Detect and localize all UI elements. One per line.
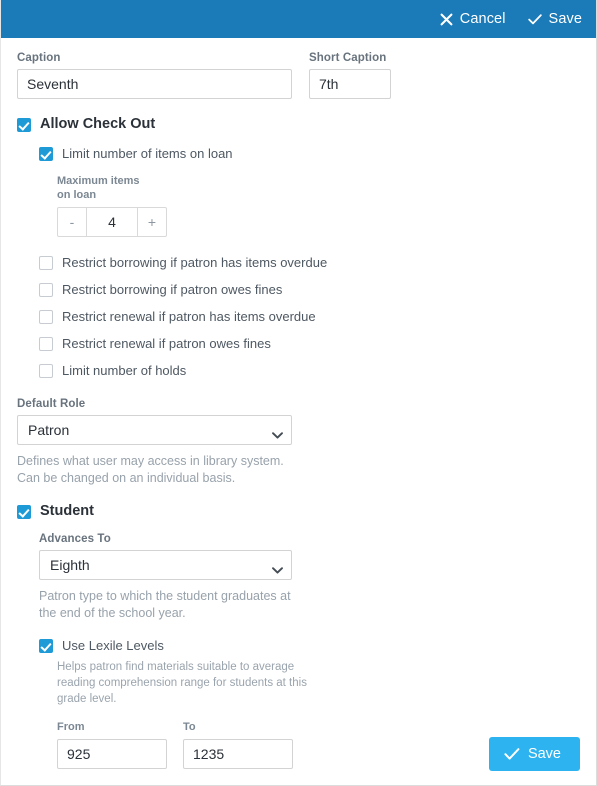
advances-to-field-group: Advances To Eighth Patron type to which … bbox=[39, 533, 580, 622]
checkbox-indicator-checked bbox=[39, 147, 53, 161]
lexile-to-input[interactable] bbox=[183, 739, 293, 769]
caption-field-group: Caption bbox=[17, 52, 292, 99]
lexile-to-label: To bbox=[183, 721, 196, 733]
default-role-selected-value: Patron bbox=[28, 422, 70, 438]
lexile-from-label: From bbox=[57, 721, 85, 733]
allow-check-out-checkbox[interactable]: Allow Check Out bbox=[17, 117, 580, 132]
save-button-bottom[interactable]: Save bbox=[488, 737, 580, 771]
default-role-select[interactable]: Patron bbox=[17, 415, 292, 445]
checkbox-indicator-unchecked bbox=[39, 364, 53, 378]
lexile-to-field-group: To bbox=[183, 720, 293, 769]
close-icon bbox=[440, 13, 453, 26]
max-items-value[interactable]: 4 bbox=[86, 208, 138, 236]
max-items-field-group: Maximum items on loan - 4 + bbox=[57, 174, 580, 237]
restrict-renewal-fines-checkbox[interactable]: Restrict renewal if patron owes fines bbox=[39, 336, 580, 351]
restriction-label: Restrict borrowing if patron has items o… bbox=[62, 255, 328, 270]
restriction-label: Restrict borrowing if patron owes fines bbox=[62, 282, 283, 297]
checkbox-indicator-unchecked bbox=[39, 337, 53, 351]
limit-holds-checkbox[interactable]: Limit number of holds bbox=[39, 363, 580, 378]
save-button-top[interactable]: Save bbox=[527, 11, 582, 27]
max-items-increment-button[interactable]: + bbox=[138, 208, 166, 236]
student-checkbox[interactable]: Student bbox=[17, 504, 580, 519]
restriction-label: Restrict renewal if patron owes fines bbox=[62, 336, 271, 351]
advances-to-label: Advances To bbox=[39, 533, 111, 545]
restrict-renewal-overdue-checkbox[interactable]: Restrict renewal if patron has items ove… bbox=[39, 309, 580, 324]
lexile-from-input[interactable] bbox=[57, 739, 167, 769]
checkbox-indicator-unchecked bbox=[39, 256, 53, 270]
short-caption-label: Short Caption bbox=[309, 52, 387, 64]
caption-label: Caption bbox=[17, 52, 61, 64]
check-icon bbox=[504, 747, 520, 761]
default-role-help-text: Defines what user may access in library … bbox=[17, 454, 284, 485]
checkbox-indicator-unchecked bbox=[39, 310, 53, 324]
restriction-label: Limit number of holds bbox=[62, 363, 187, 378]
default-role-label: Default Role bbox=[17, 398, 86, 410]
form-body: Caption Short Caption Allow Check Out Li… bbox=[1, 38, 596, 769]
advances-to-select-wrapper: Eighth bbox=[39, 550, 292, 580]
student-label: Student bbox=[40, 503, 94, 519]
cancel-button-label: Cancel bbox=[459, 11, 506, 27]
use-lexile-levels-checkbox[interactable]: Use Lexile Levels bbox=[39, 638, 580, 653]
default-role-field-group: Default Role Patron Defines what user ma… bbox=[17, 398, 580, 487]
top-action-bar: Cancel Save bbox=[1, 0, 596, 38]
check-icon bbox=[527, 13, 542, 26]
cancel-button[interactable]: Cancel bbox=[440, 11, 506, 27]
allow-check-out-label: Allow Check Out bbox=[40, 116, 156, 132]
restrictions-list: Restrict borrowing if patron has items o… bbox=[39, 255, 580, 378]
advances-to-help-text: Patron type to which the student graduat… bbox=[39, 589, 291, 620]
save-button-bottom-label: Save bbox=[527, 746, 561, 762]
limit-items-on-loan-checkbox[interactable]: Limit number of items on loan bbox=[39, 146, 580, 161]
use-lexile-levels-label: Use Lexile Levels bbox=[62, 638, 164, 653]
restrict-borrowing-overdue-checkbox[interactable]: Restrict borrowing if patron has items o… bbox=[39, 255, 580, 270]
caption-row: Caption Short Caption bbox=[17, 52, 580, 99]
max-items-label: Maximum items on loan bbox=[57, 175, 140, 201]
checkbox-indicator-checked bbox=[17, 505, 31, 519]
checkbox-indicator-checked bbox=[39, 639, 53, 653]
footer-actions: Save bbox=[488, 737, 580, 771]
advances-to-selected-value: Eighth bbox=[50, 557, 90, 573]
short-caption-field-group: Short Caption bbox=[309, 52, 391, 99]
caption-input[interactable] bbox=[17, 69, 292, 99]
save-button-top-label: Save bbox=[548, 11, 582, 27]
default-role-select-wrapper: Patron bbox=[17, 415, 292, 445]
short-caption-input[interactable] bbox=[309, 69, 391, 99]
lexile-help-text: Helps patron find materials suitable to … bbox=[57, 661, 307, 705]
limit-items-on-loan-label: Limit number of items on loan bbox=[62, 146, 233, 161]
lexile-from-field-group: From bbox=[57, 720, 167, 769]
max-items-stepper[interactable]: - 4 + bbox=[57, 207, 167, 237]
checkbox-indicator-unchecked bbox=[39, 283, 53, 297]
patron-type-editor-page: Cancel Save Caption Short Caption bbox=[0, 0, 597, 786]
advances-to-select[interactable]: Eighth bbox=[39, 550, 292, 580]
max-items-decrement-button[interactable]: - bbox=[58, 208, 86, 236]
checkbox-indicator-checked bbox=[17, 118, 31, 132]
restrict-borrowing-fines-checkbox[interactable]: Restrict borrowing if patron owes fines bbox=[39, 282, 580, 297]
restriction-label: Restrict renewal if patron has items ove… bbox=[62, 309, 316, 324]
